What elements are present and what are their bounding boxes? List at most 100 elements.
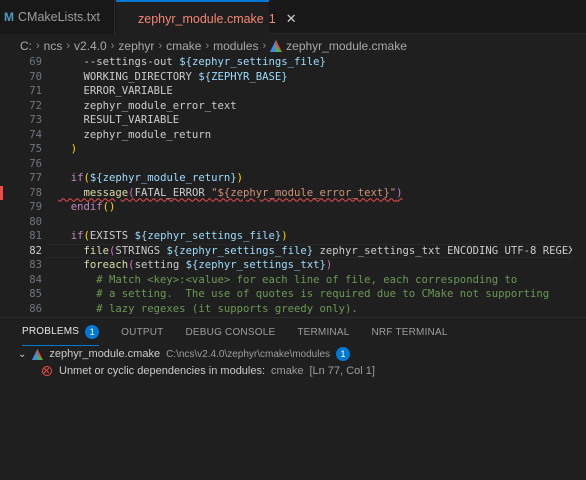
line-number: 83 — [29, 259, 42, 271]
line-number: 86 — [29, 302, 42, 315]
breadcrumb-item[interactable]: zephyr — [118, 39, 154, 53]
code-line[interactable]: 74 zephyr_module_return — [0, 128, 586, 143]
code-line[interactable]: 80 — [0, 215, 586, 230]
code-token: ${zephyr_settings_file} — [179, 57, 326, 68]
breadcrumb-item[interactable]: C: — [20, 39, 32, 53]
line-number: 72 — [29, 99, 42, 112]
line-number: 80 — [29, 215, 42, 228]
tab-output[interactable]: OUTPUT — [121, 318, 163, 346]
code-text: zephyr_module_error_text — [58, 99, 237, 114]
code-text: --settings-out ${zephyr_settings_file} — [58, 57, 326, 70]
code-line[interactable]: 71 ERROR_VARIABLE — [0, 84, 586, 99]
tab-nrf-terminal[interactable]: NRF TERMINAL — [372, 318, 448, 346]
problem-message: Unmet or cyclic dependencies in modules: — [59, 365, 266, 377]
code-text: zephyr_module_return — [58, 128, 212, 143]
code-token: # Match <key>:<value> for each line of f… — [58, 273, 518, 286]
code-line[interactable]: 72 zephyr_module_error_text — [0, 99, 586, 114]
tab-label: DEBUG CONSOLE — [185, 326, 276, 338]
code-token: WORKING_DIRECTORY — [58, 70, 199, 83]
code-text: WORKING_DIRECTORY ${ZEPHYR_BASE} — [58, 70, 288, 85]
code-line[interactable]: 81 if(EXISTS ${zephyr_settings_file}) — [0, 229, 586, 244]
line-number: 71 — [29, 85, 42, 97]
editor-tab-bar: M CMakeLists.txt zephyr_module.cmake 1 ✕ — [0, 0, 586, 35]
code-text: if(${zephyr_module_return}) — [58, 171, 243, 186]
code-token: STRINGS — [115, 244, 167, 257]
chevron-right-icon: › — [66, 40, 71, 52]
code-line[interactable]: 76 — [0, 157, 586, 172]
code-line[interactable]: 79 endif() — [0, 200, 586, 215]
line-number: 84 — [29, 273, 42, 286]
breadcrumb-item[interactable]: v2.4.0 — [74, 39, 107, 53]
code-line[interactable]: 82 file(STRINGS ${zephyr_settings_file} … — [0, 244, 586, 259]
code-line[interactable]: 85 # a setting. The use of quotes is req… — [0, 287, 586, 302]
code-line[interactable]: 78 message(FATAL_ERROR "${zephyr_module_… — [0, 186, 586, 201]
code-token: ) — [281, 230, 288, 242]
code-token: --settings-out — [58, 57, 180, 68]
code-token: # a setting. The use of quotes is requir… — [58, 288, 550, 300]
code-line[interactable]: 83 foreach(setting ${zephyr_settings_txt… — [0, 258, 586, 273]
tab-label: CMakeLists.txt — [18, 10, 100, 24]
code-line[interactable]: 86 # lazy regexes (it supports greedy on… — [0, 302, 586, 317]
breadcrumb-item[interactable]: ncs — [44, 39, 63, 53]
code-token: "${zephyr_module_error_text}" — [211, 186, 397, 199]
code-token: FATAL_ERROR — [134, 186, 212, 199]
code-text: file(STRINGS ${zephyr_settings_file} zep… — [58, 244, 586, 259]
code-token: if — [58, 172, 84, 184]
problem-count-badge: 1 — [336, 347, 351, 361]
chevron-right-icon: › — [36, 40, 40, 52]
code-text: ) — [58, 142, 77, 157]
code-token: ) — [325, 259, 333, 271]
tab-label: TERMINAL — [297, 326, 350, 338]
code-token: setting — [134, 259, 186, 271]
breadcrumb: C: › ncs › v2.4.0 › zephyr › cmake › modules ›… — [0, 35, 586, 57]
breadcrumb-item[interactable]: zephyr_module.cmake — [286, 39, 407, 53]
line-number: 73 — [29, 114, 42, 126]
breadcrumb-item[interactable]: modules — [213, 39, 258, 53]
code-token: ) — [236, 172, 243, 184]
code-token: ) — [58, 143, 78, 155]
tab-problems[interactable]: PROBLEMS 1 — [22, 318, 100, 346]
line-number: 85 — [29, 288, 42, 300]
code-text: # lazy regexes (it supports greedy only)… — [58, 302, 358, 317]
cmake-triangle-icon — [32, 348, 44, 360]
code-line[interactable]: 84 # Match <key>:<value> for each line o… — [0, 273, 586, 288]
code-token: EXISTS — [89, 230, 135, 242]
tab-zephyr-module[interactable]: zephyr_module.cmake 1 ✕ — [116, 0, 297, 35]
line-number: 81 — [29, 230, 42, 242]
code-line[interactable]: 73 RESULT_VARIABLE — [0, 113, 586, 128]
code-token: () — [102, 201, 116, 213]
chevron-right-icon: › — [205, 40, 210, 52]
code-text: message(FATAL_ERROR "${zephyr_module_err… — [58, 186, 403, 201]
code-token: ${zephyr_module_return} — [89, 172, 237, 184]
minimap[interactable] — [572, 57, 586, 317]
code-line[interactable]: 75 ) — [0, 142, 586, 157]
tab-label: PROBLEMS — [22, 326, 80, 337]
code-line[interactable]: 77 if(${zephyr_module_return}) — [0, 171, 586, 186]
line-number: 74 — [29, 128, 42, 141]
code-token: ) — [396, 186, 403, 199]
code-token: file — [58, 244, 110, 257]
line-number: 77 — [29, 172, 42, 184]
breadcrumb-item[interactable]: cmake — [166, 39, 201, 53]
close-icon[interactable]: ✕ — [286, 11, 297, 27]
chevron-right-icon: › — [262, 40, 267, 52]
code-editor[interactable]: 69 --settings-out ${zephyr_settings_file… — [0, 57, 586, 317]
line-number: 69 — [29, 57, 42, 68]
code-line[interactable]: 70 WORKING_DIRECTORY ${ZEPHYR_BASE} — [0, 70, 586, 85]
code-text: # Match <key>:<value> for each line of f… — [58, 273, 517, 288]
code-token: ${zephyr_settings_file} — [166, 244, 314, 257]
chevron-down-icon[interactable]: ⌄ — [18, 349, 26, 360]
tab-label: OUTPUT — [121, 326, 164, 338]
code-text: if(EXISTS ${zephyr_settings_file}) — [58, 229, 288, 244]
tab-debug-console[interactable]: DEBUG CONSOLE — [185, 318, 275, 346]
code-line[interactable]: 69 --settings-out ${zephyr_settings_file… — [0, 57, 586, 70]
line-number: 82 — [29, 244, 42, 257]
problem-count-badge: 1 — [85, 324, 100, 339]
code-text: # a setting. The use of quotes is requir… — [58, 287, 549, 302]
tab-cmakelists[interactable]: M CMakeLists.txt — [0, 0, 115, 34]
tab-terminal[interactable]: TERMINAL — [297, 318, 349, 346]
code-token: if — [58, 230, 84, 242]
problem-item[interactable]: Unmet or cyclic dependencies in modules:… — [0, 361, 586, 381]
problem-file-path: C:\ncs\v2.4.0\zephyr\cmake\modules — [166, 348, 331, 360]
line-number: 70 — [29, 70, 42, 83]
